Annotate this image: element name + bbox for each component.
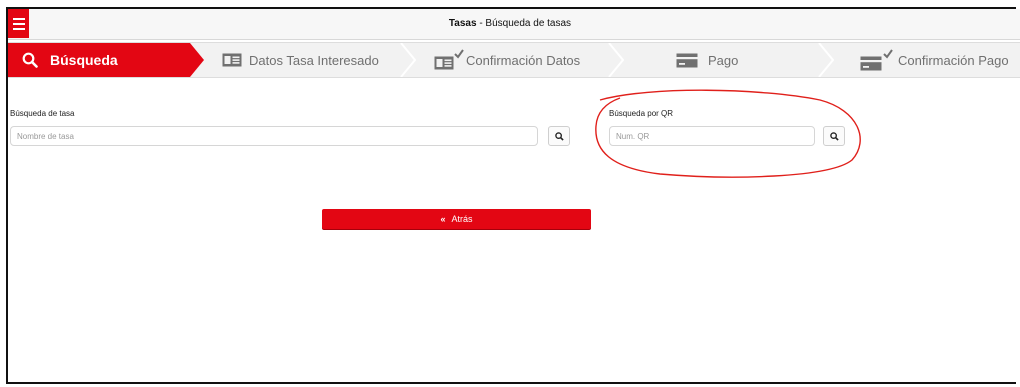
step-pago[interactable]: Pago <box>676 43 738 77</box>
search-tasa-label: Búsqueda de tasa <box>10 109 75 118</box>
page-title: Tasas - Búsqueda de tasas <box>0 18 1020 29</box>
credit-card-icon <box>676 53 698 68</box>
step-label: Confirmación Datos <box>466 52 581 68</box>
step-confirmacion-pago[interactable]: Confirmación Pago <box>860 43 1009 77</box>
search-icon <box>554 131 564 141</box>
step-separator <box>400 43 416 77</box>
search-tasa-input[interactable]: Nombre de tasa <box>10 126 538 146</box>
search-qr-input[interactable]: Num. QR <box>609 126 815 146</box>
step-busqueda[interactable]: Búsqueda <box>8 43 204 77</box>
back-button-label: Atrás <box>451 214 473 224</box>
credit-card-check-icon <box>860 49 894 71</box>
page-title-bold: Tasas <box>448 18 477 29</box>
step-confirmacion-datos[interactable]: Confirmación Datos <box>434 43 580 77</box>
double-chevron-left-icon: « <box>440 214 446 224</box>
wizard-steps: Búsqueda Datos Tasa Interesado Confirmac… <box>8 42 1020 78</box>
id-card-icon <box>222 53 242 67</box>
search-qr-button[interactable] <box>823 126 845 146</box>
step-separator <box>818 43 834 77</box>
step-label: Confirmación Pago <box>898 52 1009 68</box>
step-label: Pago <box>708 52 739 68</box>
search-icon <box>829 131 839 141</box>
search-icon <box>22 52 38 68</box>
page-title-rest: - Búsqueda de tasas <box>476 18 572 29</box>
step-datos-tasa[interactable]: Datos Tasa Interesado <box>222 43 379 77</box>
search-tasa-button[interactable] <box>548 126 570 146</box>
search-qr-label: Búsqueda por QR <box>609 109 674 118</box>
step-label: Búsqueda <box>50 52 118 68</box>
step-separator <box>608 43 624 77</box>
step-label: Datos Tasa Interesado <box>249 52 379 68</box>
id-card-check-icon <box>434 49 464 71</box>
back-button[interactable]: « Atrás <box>322 209 591 229</box>
